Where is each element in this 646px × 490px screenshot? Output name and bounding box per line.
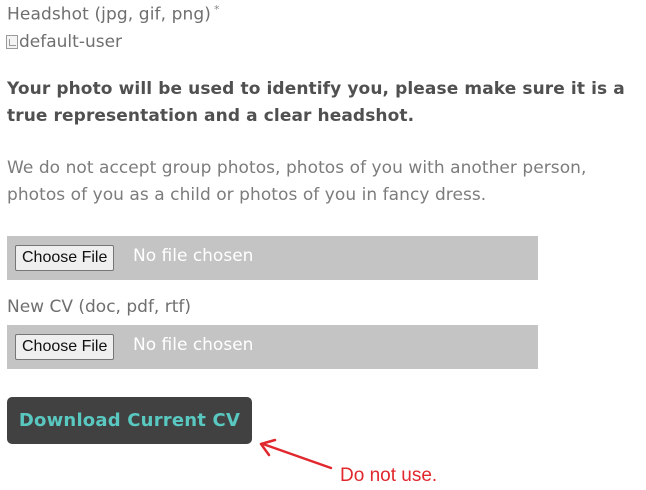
cv-choose-file-button[interactable]: Choose File (15, 334, 115, 360)
annotation-arrow-icon (259, 438, 333, 470)
required-marker: * (214, 3, 220, 16)
default-user-image: default-user (6, 32, 122, 52)
download-current-cv-button[interactable]: Download Current CV (7, 397, 252, 444)
default-user-alt-text: default-user (19, 32, 123, 52)
headshot-file-status: No file chosen (133, 246, 254, 266)
headshot-file-input: Choose File No file chosen (7, 236, 538, 280)
cv-label: New CV (doc, pdf, rtf) (7, 297, 192, 317)
headshot-label-text: Headshot (jpg, gif, png) (7, 4, 211, 25)
broken-image-icon (6, 35, 18, 49)
cv-file-input: Choose File No file chosen (7, 325, 538, 369)
photo-notice-plain: We do not accept group photos, photos of… (7, 158, 587, 205)
headshot-choose-file-button[interactable]: Choose File (15, 245, 115, 271)
cv-file-status: No file chosen (133, 335, 254, 355)
do-not-use-annotation: Do not use. (340, 465, 438, 486)
photo-notice-bold: Your photo will be used to identify you,… (7, 79, 625, 126)
headshot-label: Headshot (jpg, gif, png) * (7, 3, 220, 25)
